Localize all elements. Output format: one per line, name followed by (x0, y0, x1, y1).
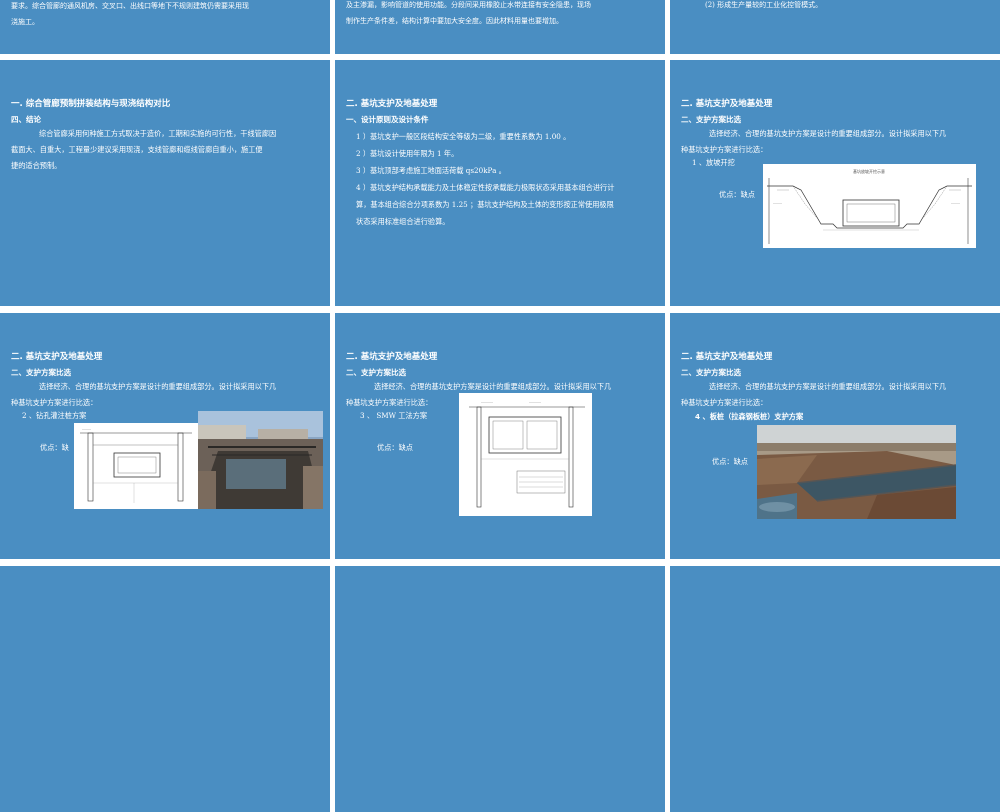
svg-text:―――: ――― (82, 427, 91, 431)
text-line: 及主渗漏，影响管道的使用功能。分段间采用橡胶止水带连接有安全隐患，现场 (346, 1, 591, 9)
pros-cons-label: 优点：缺点 (712, 457, 748, 466)
text-line: (2) 形成生产量较的工业化控管模式。 (705, 1, 823, 9)
text-line: 综合管廊采用何种施工方式取决于造价，工期和实施的可行性，干线管廊因 (39, 129, 277, 138)
slide-text: (2) 形成生产量较的工业化控管模式。 (681, 0, 993, 13)
list-item: 2 ）基坑设计使用年限为 1 年。 (356, 149, 459, 158)
text-line: 捷的适合预制。 (11, 161, 62, 170)
slide-paragraph: 综合管廊采用何种施工方式取决于造价，工期和实施的可行性，干线管廊因 截面大、自重… (11, 126, 323, 174)
slide-top-middle[interactable]: 及主渗漏，影响管道的使用功能。分段间采用橡胶止水带连接有安全隐患，现场 制作生产… (335, 0, 665, 54)
slide-subtitle: 一、设计原则及设计条件 (346, 115, 429, 124)
text-line: 要求。综合管廊的通风机房、交叉口、出线口等地下不规则建筑仍需要采用现 (11, 2, 249, 10)
text-line: 截面大、自重大，工程量少建议采用现浇，支线管廊和缆线管廊自重小，施工便 (11, 145, 263, 154)
slide-subtitle: 二、支护方案比选 (346, 368, 406, 377)
method-label: 4 、板桩（拉森钢板桩）支护方案 (695, 412, 804, 421)
construction-photo-icon (757, 425, 956, 519)
bored-pile-drawing: ――― (74, 423, 198, 509)
slide-9[interactable]: 二. 基坑支护及地基处理 二、支护方案比选 选择经济、合理的基坑支护方案是设计的… (670, 313, 1000, 559)
slide-title: 一. 综合管廊预制拼装结构与现浇结构对比 (11, 99, 171, 109)
text-line: 种基坑支护方案进行比选： (681, 145, 768, 154)
slide-7[interactable]: 二. 基坑支护及地基处理 二、支护方案比选 选择经济、合理的基坑支护方案是设计的… (0, 313, 330, 559)
list-item: 1 ）基坑支护一般区段结构安全等级为二级，重要性系数为 1.00 。 (356, 132, 571, 141)
construction-photo-icon (198, 411, 323, 509)
text-line: 选择经济、合理的基坑支护方案是设计的重要组成部分。设计拟采用以下几 (709, 129, 947, 138)
slide-title: 二. 基坑支护及地基处理 (681, 352, 773, 362)
svg-text:――――: ―――― (529, 400, 541, 404)
slide-title: 二. 基坑支护及地基处理 (681, 99, 773, 109)
method-label: 3 、 SMW 工法方案 (360, 411, 428, 420)
text-line: 选择经济、合理的基坑支护方案是设计的重要组成部分。设计拟采用以下几 (709, 382, 947, 391)
design-conditions-list: 1 ）基坑支护一般区段结构安全等级为二级，重要性系数为 1.00 。 2 ）基坑… (346, 128, 658, 230)
engineering-drawing-icon: 基坑放坡开挖示意 ――― ――― (767, 168, 972, 244)
list-item: 3 ）基坑顶部考虑施工地面活荷载 qs20kPa 。 (356, 166, 506, 175)
slide-top-left[interactable]: 要求。综合管廊的通风机房、交叉口、出线口等地下不规则建筑仍需要采用现 浇施工。 (0, 0, 330, 54)
text-line: 浇施工。 (11, 18, 39, 26)
method-label: 1 、放坡开挖 (692, 158, 735, 167)
method-label: 2 、钻孔灌注桩方案 (22, 411, 87, 420)
text-line: 制作生产条件差，结构计算中要加大安全度。因此材料用量也要增加。 (346, 17, 563, 25)
pros-cons-label: 优点：缺点 (719, 190, 755, 199)
slide-subtitle: 二、支护方案比选 (681, 115, 741, 124)
slide-8[interactable]: 二. 基坑支护及地基处理 二、支护方案比选 选择经济、合理的基坑支护方案是设计的… (335, 313, 665, 559)
slide-paragraph: 选择经济、合理的基坑支护方案是设计的重要组成部分。设计拟采用以下几 种基坑支护方… (681, 126, 993, 158)
steel-sheet-pile-photo (757, 425, 956, 519)
slide-6[interactable]: 二. 基坑支护及地基处理 二、支护方案比选 选择经济、合理的基坑支护方案是设计的… (670, 60, 1000, 306)
slide-top-right[interactable]: (2) 形成生产量较的工业化控管模式。 (670, 0, 1000, 54)
svg-text:――――: ―――― (481, 400, 493, 404)
bored-pile-site-photo (198, 411, 323, 509)
pros-cons-label: 优点：缺点 (377, 443, 413, 452)
slide-paragraph: 选择经济、合理的基坑支护方案是设计的重要组成部分。设计拟采用以下几 种基坑支护方… (11, 379, 323, 411)
slide-subtitle: 二、支护方案比选 (11, 368, 71, 377)
slide-4[interactable]: 一. 综合管廊预制拼装结构与现浇结构对比 四、结论 综合管廊采用何种施工方式取决… (0, 60, 330, 306)
slope-excavation-drawing: 基坑放坡开挖示意 ――― ――― (763, 164, 976, 248)
smw-method-drawing: ―――― ―――― (459, 393, 592, 516)
slide-text: 要求。综合管廊的通风机房、交叉口、出线口等地下不规则建筑仍需要采用现 浇施工。 (11, 0, 323, 30)
slide-5[interactable]: 二. 基坑支护及地基处理 一、设计原则及设计条件 1 ）基坑支护一般区段结构安全… (335, 60, 665, 306)
slide-paragraph: 选择经济、合理的基坑支护方案是设计的重要组成部分。设计拟采用以下几 种基坑支护方… (681, 379, 993, 411)
list-item: 4 ）基坑支护结构承载能力及土体稳定性按承载能力极限状态采用基本组合进行计 (356, 183, 615, 192)
slide-bottom-middle[interactable] (335, 566, 665, 812)
figure-caption: 基坑放坡开挖示意 (853, 168, 885, 174)
slide-title: 二. 基坑支护及地基处理 (346, 352, 438, 362)
slide-title: 二. 基坑支护及地基处理 (11, 352, 103, 362)
engineering-drawing-icon: ――― (80, 427, 192, 503)
slide-subtitle: 四、结论 (11, 115, 41, 124)
slide-title: 二. 基坑支护及地基处理 (346, 99, 438, 109)
text-line: 种基坑支护方案进行比选： (681, 398, 768, 407)
text-line: 选择经济、合理的基坑支护方案是设计的重要组成部分。设计拟采用以下几 (39, 382, 277, 391)
svg-text:―――: ――― (951, 201, 960, 205)
svg-text:―――: ――― (773, 201, 782, 205)
slide-bottom-left[interactable] (0, 566, 330, 812)
list-item: 状态采用标准组合进行验算。 (356, 217, 450, 226)
slide-text: 及主渗漏，影响管道的使用功能。分段间采用橡胶止水带连接有安全隐患，现场 制作生产… (346, 0, 658, 29)
pros-cons-label: 优点：缺 (40, 443, 69, 452)
slide-bottom-right[interactable] (670, 566, 1000, 812)
engineering-drawing-icon: ―――― ―――― (469, 400, 585, 508)
list-item: 算，基本组合综合分项系数为 1.25 ；基坑支护结构及土体的变形按正常使用极限 (356, 200, 614, 209)
slide-subtitle: 二、支护方案比选 (681, 368, 741, 377)
text-line: 种基坑支护方案进行比选： (11, 398, 98, 407)
